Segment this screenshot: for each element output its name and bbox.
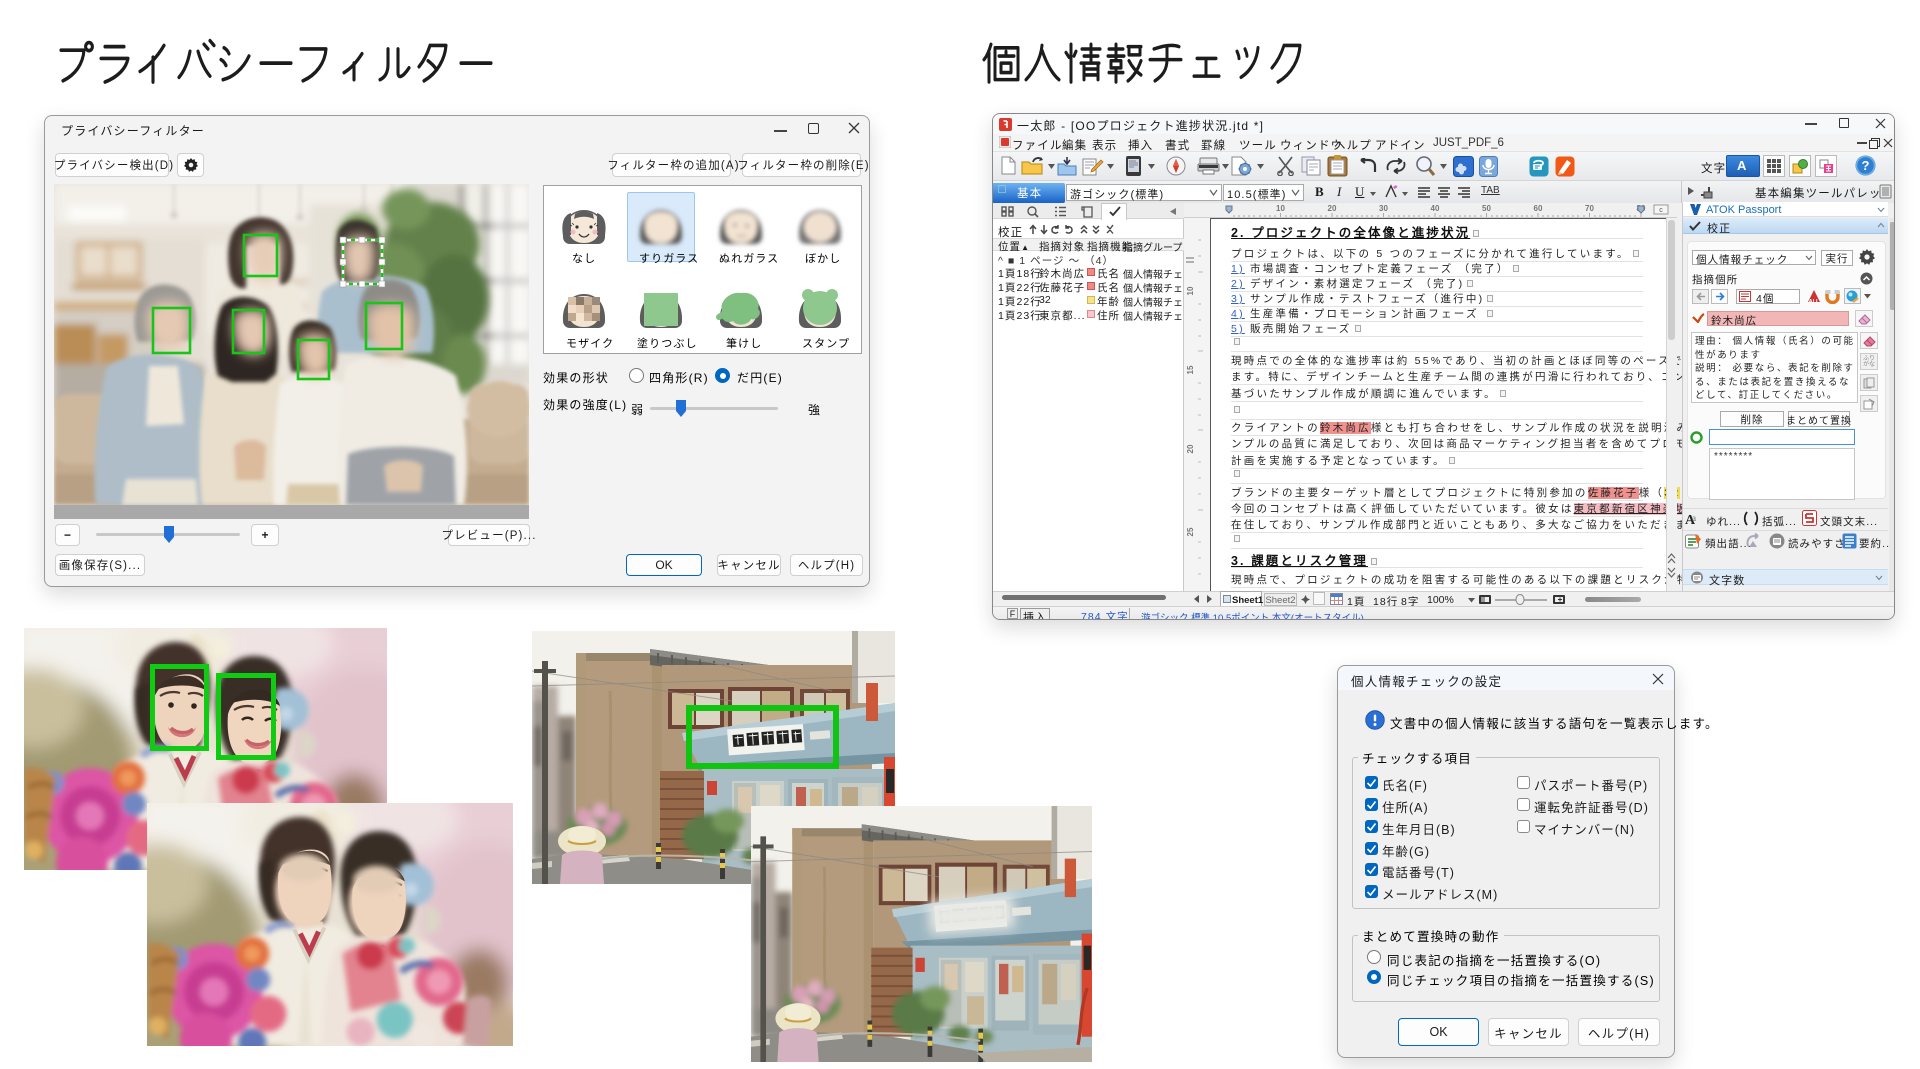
- svg-text:10: 10: [1186, 286, 1195, 295]
- svg-text:a: a: [1692, 513, 1696, 523]
- svg-text:?: ?: [1862, 158, 1870, 173]
- svg-text:50: 50: [1482, 204, 1491, 213]
- svg-text:10: 10: [1276, 204, 1285, 213]
- svg-text:70: 70: [1585, 204, 1594, 213]
- svg-text:15: 15: [1186, 365, 1195, 374]
- svg-text:25: 25: [1186, 527, 1195, 536]
- svg-text:20: 20: [1186, 444, 1195, 453]
- svg-text:ALL: ALL: [1809, 299, 1820, 304]
- svg-text:20: 20: [1328, 204, 1337, 213]
- svg-text:40: 40: [1431, 204, 1440, 213]
- svg-text:60: 60: [1534, 204, 1543, 213]
- svg-text:30: 30: [1379, 204, 1388, 213]
- svg-text:c: c: [1659, 207, 1663, 214]
